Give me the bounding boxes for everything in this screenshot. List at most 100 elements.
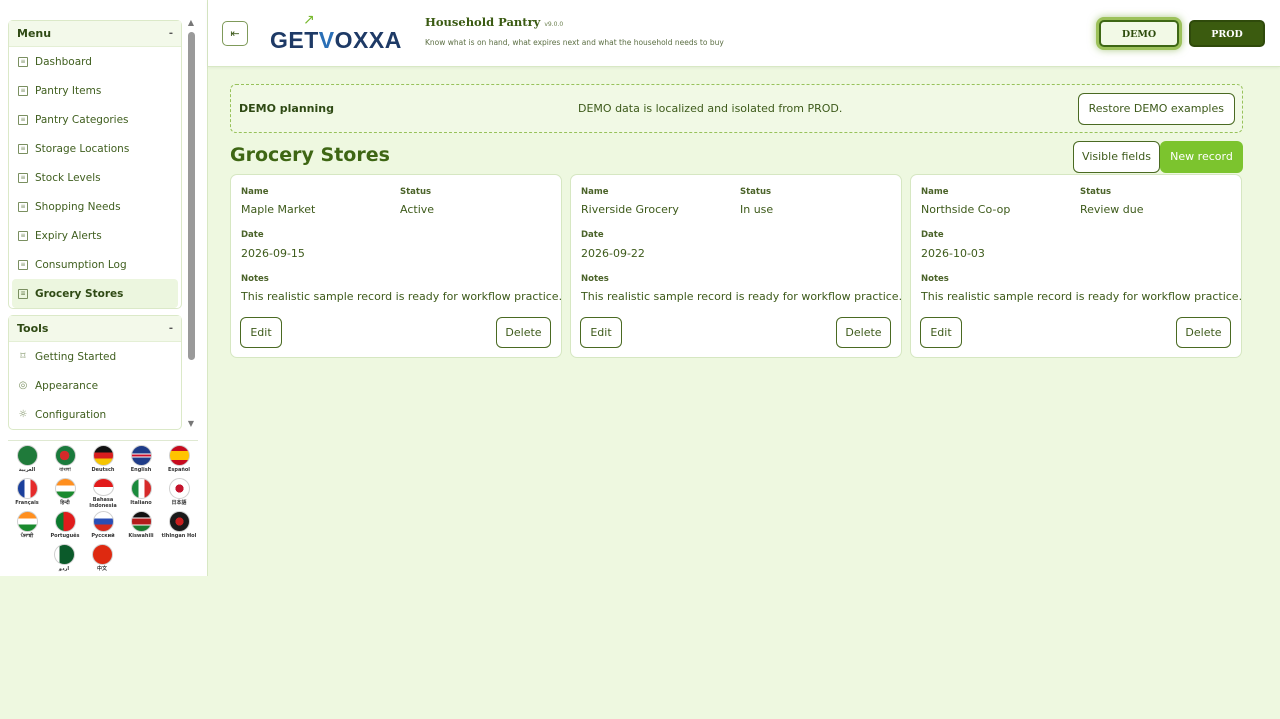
language-arabic[interactable]: العربية	[8, 443, 46, 476]
tools-section: Tools - ⌑ Getting Started ◎ Appearance ☼…	[8, 315, 182, 430]
flag-spain-icon	[168, 445, 190, 466]
language-picker: العربية বাংলা Deutsch English Español Fr…	[8, 440, 198, 575]
flag-saudi-arabia-icon	[16, 445, 38, 466]
list-icon: ≡	[18, 114, 28, 125]
scroll-thumb[interactable]	[188, 32, 195, 360]
language-urdu[interactable]: اردو	[45, 542, 83, 575]
language-italian[interactable]: Italiano	[122, 476, 160, 509]
language-bengali[interactable]: বাংলা	[46, 443, 84, 476]
list-icon: ≡	[18, 230, 28, 241]
flag-italy-icon	[130, 478, 152, 499]
language-portuguese[interactable]: Português	[46, 509, 84, 542]
sidebar-item-getting-started[interactable]: ⌑ Getting Started	[9, 342, 181, 371]
edit-button[interactable]: Edit	[580, 317, 622, 348]
bookmark-icon: ⌑	[20, 351, 26, 362]
collapse-sidebar-icon: ⇤	[230, 27, 240, 40]
record-name: Riverside Grocery	[581, 203, 679, 216]
record-date: 2026-09-22	[581, 247, 645, 260]
new-record-button[interactable]: New record	[1160, 141, 1243, 173]
date-label: Date	[241, 230, 264, 240]
demo-button[interactable]: DEMO	[1099, 20, 1179, 47]
notes-label: Notes	[921, 274, 949, 284]
status-label: Status	[1080, 187, 1112, 197]
record-status: Review due	[1080, 203, 1144, 216]
notice-title: DEMO planning	[239, 102, 334, 115]
language-swahili[interactable]: Kiswahili	[122, 509, 160, 542]
notes-label: Notes	[581, 274, 609, 284]
record-notes: This realistic sample record is ready fo…	[241, 290, 563, 303]
record-name: Maple Market	[241, 203, 316, 216]
sidebar-item-pantry-items[interactable]: ≡ Pantry Items	[9, 76, 181, 105]
restore-demo-button[interactable]: Restore DEMO examples	[1077, 93, 1235, 125]
sidebar-item-stock-levels[interactable]: ≡ Stock Levels	[9, 163, 181, 192]
visible-fields-button[interactable]: Visible fields	[1073, 141, 1160, 173]
logo: GETVOXXA	[270, 27, 402, 53]
sidebar-item-grocery-stores[interactable]: ≡ Grocery Stores	[12, 279, 178, 308]
menu-header[interactable]: Menu -	[9, 21, 181, 47]
page-title: Grocery Stores	[230, 144, 390, 166]
delete-button[interactable]: Delete	[1176, 317, 1231, 348]
edit-button[interactable]: Edit	[920, 317, 962, 348]
prod-button[interactable]: PROD	[1189, 20, 1265, 47]
flag-uk-icon	[130, 445, 152, 466]
delete-button[interactable]: Delete	[496, 317, 551, 348]
name-label: Name	[921, 187, 949, 197]
sidebar-item-configuration[interactable]: ☼ Configuration	[9, 400, 181, 429]
language-chinese[interactable]: 中文	[83, 542, 121, 575]
sidebar-item-label: Grocery Stores	[35, 287, 124, 300]
menu-collapse-icon[interactable]: -	[169, 28, 173, 39]
sidebar-item-dashboard[interactable]: ≡ Dashboard	[9, 47, 181, 76]
flag-klingon-icon	[168, 511, 190, 532]
tools-header[interactable]: Tools -	[9, 316, 181, 342]
collapse-sidebar-button[interactable]: ⇤	[222, 21, 248, 46]
tools-collapse-icon[interactable]: -	[169, 323, 173, 334]
language-english[interactable]: English	[122, 443, 160, 476]
scroll-down-icon[interactable]: ▼	[187, 419, 195, 428]
sidebar-item-label: Pantry Items	[35, 84, 102, 97]
language-spanish[interactable]: Español	[160, 443, 198, 476]
flag-indonesia-icon	[92, 478, 114, 496]
sidebar-item-pantry-categories[interactable]: ≡ Pantry Categories	[9, 105, 181, 134]
language-hindi[interactable]: हिन्दी	[46, 476, 84, 509]
delete-button[interactable]: Delete	[836, 317, 891, 348]
record-status: Active	[400, 203, 435, 216]
gear-icon: ☼	[18, 409, 28, 420]
sidebar-item-expiry-alerts[interactable]: ≡ Expiry Alerts	[9, 221, 181, 250]
sidebar-item-appearance[interactable]: ◎ Appearance	[9, 371, 181, 400]
flag-france-icon	[16, 478, 38, 499]
sidebar-item-label: Pantry Categories	[35, 113, 129, 126]
flag-germany-icon	[92, 445, 114, 466]
language-klingon[interactable]: tlhIngan Hol	[160, 509, 198, 542]
sidebar-item-label: Configuration	[35, 408, 107, 421]
sidebar-item-label: Expiry Alerts	[35, 229, 102, 242]
list-icon: ≡	[18, 201, 28, 212]
sidebar-item-storage-locations[interactable]: ≡ Storage Locations	[9, 134, 181, 163]
flag-portugal-icon	[54, 511, 76, 532]
language-german[interactable]: Deutsch	[84, 443, 122, 476]
notes-label: Notes	[241, 274, 269, 284]
edit-button[interactable]: Edit	[240, 317, 282, 348]
sidebar-item-consumption-log[interactable]: ≡ Consumption Log	[9, 250, 181, 279]
language-french[interactable]: Français	[8, 476, 46, 509]
list-icon: ≡	[18, 56, 28, 67]
sidebar-item-label: Getting Started	[35, 350, 117, 363]
language-japanese[interactable]: 日本語	[160, 476, 198, 509]
menu-section: Menu - ≡ Dashboard ≡ Pantry Items ≡ Pant…	[8, 20, 182, 309]
scroll-up-icon[interactable]: ▲	[187, 18, 195, 27]
tools-title: Tools	[17, 322, 49, 335]
sidebar-item-shopping-needs[interactable]: ≡ Shopping Needs	[9, 192, 181, 221]
sidebar-item-label: Shopping Needs	[35, 200, 121, 213]
record-card: Name Status Maple Market Active Date 202…	[230, 174, 562, 358]
sidebar-scrollbar[interactable]: ▲ ▼	[186, 18, 196, 428]
record-date: 2026-10-03	[921, 247, 985, 260]
language-punjabi[interactable]: ਪੰਜਾਬੀ	[8, 509, 46, 542]
language-russian[interactable]: Русский	[84, 509, 122, 542]
sidebar-nav: Menu - ≡ Dashboard ≡ Pantry Items ≡ Pant…	[0, 14, 186, 432]
flag-kenya-icon	[130, 511, 152, 532]
palette-icon: ◎	[18, 380, 28, 391]
date-label: Date	[921, 230, 944, 240]
flag-pakistan-icon	[53, 544, 75, 565]
record-notes: This realistic sample record is ready fo…	[921, 290, 1243, 303]
name-label: Name	[241, 187, 269, 197]
language-indonesian[interactable]: Bahasa Indonesia	[84, 476, 122, 509]
